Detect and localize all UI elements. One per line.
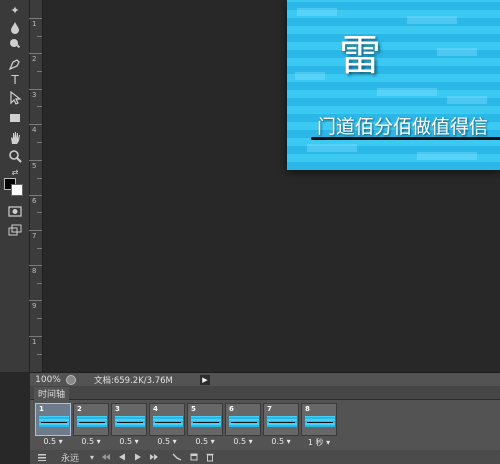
delete-frame-icon[interactable] [202,450,218,464]
document-title-text: 雷 [339,31,382,80]
status-menu-arrow-icon[interactable]: ▶ [200,374,210,385]
document-subtitle-text: 门道佰分佰做值得信 [317,116,489,138]
animation-frame[interactable]: 7 0.5 ▾ [263,403,299,449]
convert-timeline-icon[interactable] [34,450,50,464]
sponge-icon[interactable] [5,36,25,52]
frame-delay-dropdown[interactable]: 0.5 ▾ [35,437,71,446]
path-selection-icon[interactable] [5,90,25,106]
vertical-ruler: 1 2 3 4 5 6 7 8 9 1 [29,0,43,372]
animation-frame[interactable]: 8 1 秒 ▾ [301,403,337,449]
frame-delay-dropdown[interactable]: 0.5 ▾ [111,437,147,446]
frame-thumbnail[interactable]: 3 [111,403,147,436]
quick-mask-icon[interactable] [5,203,25,219]
duplicate-frame-icon[interactable] [186,450,202,464]
ruler-label: 5 [32,162,37,170]
tools-panel: ✦ T ⇄ [0,0,30,372]
zoom-level[interactable]: 100% [30,375,66,385]
animation-frame[interactable]: 6 0.5 ▾ [225,403,261,449]
animation-frame[interactable]: 4 0.5 ▾ [149,403,185,449]
frame-delay-dropdown[interactable]: 0.5 ▾ [73,437,109,446]
frame-number: 5 [191,405,196,413]
frame-thumbnail[interactable]: 7 [263,403,299,436]
next-frame-icon[interactable] [146,450,162,464]
animation-frame[interactable]: 3 0.5 ▾ [111,403,147,449]
hand-icon[interactable] [5,130,25,146]
zoom-icon[interactable] [5,148,25,164]
status-info-icon[interactable] [66,374,76,385]
tab-timeline[interactable]: 时间轴 [34,387,70,400]
previous-frame-icon[interactable] [114,450,130,464]
ruler-label: 7 [32,232,37,240]
frame-thumbnail[interactable]: 4 [149,403,185,436]
loop-options-select[interactable]: 永远 [58,450,82,464]
frame-number: 1 [39,405,44,413]
screen-mode-icon[interactable] [5,222,25,238]
play-icon[interactable] [130,450,146,464]
ruler-label: 4 [32,126,37,134]
timeline-controls: 永远 ▾ [30,450,500,464]
frame-number: 8 [305,405,310,413]
subtitle-underline [311,137,500,140]
loop-options-arrow-icon[interactable]: ▾ [86,450,98,464]
ruler-label: 8 [32,267,37,275]
frame-number: 6 [229,405,234,413]
frame-number: 2 [77,405,82,413]
frame-thumbnail[interactable]: 5 [187,403,223,436]
type-icon[interactable]: T [5,72,25,88]
ruler-label: 1 [32,338,37,346]
frame-number: 3 [115,405,120,413]
frame-number: 7 [267,405,272,413]
document-size: 文档:659.2K/3.76M [94,375,173,386]
ruler-label: 6 [32,197,37,205]
document-canvas[interactable]: 雷 门道佰分佰做值得信 [287,0,500,170]
frame-thumbnail[interactable]: 8 [301,403,337,436]
first-frame-icon[interactable] [98,450,114,464]
timeline-header: 时间轴 [30,386,500,400]
pen-icon[interactable] [5,56,25,72]
ruler-label: 1 [32,20,37,28]
canvas-workspace[interactable]: 雷 门道佰分佰做值得信 [44,0,500,372]
tween-icon[interactable] [168,450,186,464]
animation-frame[interactable]: 1 0.5 ▾ [35,403,71,449]
rectangle-icon[interactable] [5,110,25,126]
frame-thumbnail[interactable]: 2 [73,403,109,436]
ruler-label: 9 [32,302,37,310]
animation-frame[interactable]: 5 0.5 ▾ [187,403,223,449]
frame-delay-dropdown[interactable]: 0.5 ▾ [187,437,223,446]
blur-drop-icon[interactable] [5,20,25,36]
animation-frame[interactable]: 2 0.5 ▾ [73,403,109,449]
frame-thumbnail[interactable]: 1 [35,403,71,436]
ruler-label: 2 [32,55,37,63]
frame-delay-dropdown[interactable]: 1 秒 ▾ [301,437,337,448]
dodge-icon[interactable]: ✦ [5,2,25,18]
ruler-label: 3 [32,91,37,99]
timeline-panel: 时间轴 1 0.5 ▾ 2 0.5 ▾ 3 0.5 ▾ 4 0.5 ▾ 5 0.… [30,386,500,464]
background-color-swatch[interactable] [11,184,23,196]
frame-delay-dropdown[interactable]: 0.5 ▾ [263,437,299,446]
frame-delay-dropdown[interactable]: 0.5 ▾ [149,437,185,446]
status-bar: 100% 文档:659.2K/3.76M ▶ [30,372,500,386]
frame-delay-dropdown[interactable]: 0.5 ▾ [225,437,261,446]
frame-thumbnail[interactable]: 6 [225,403,261,436]
frame-number: 4 [153,405,158,413]
